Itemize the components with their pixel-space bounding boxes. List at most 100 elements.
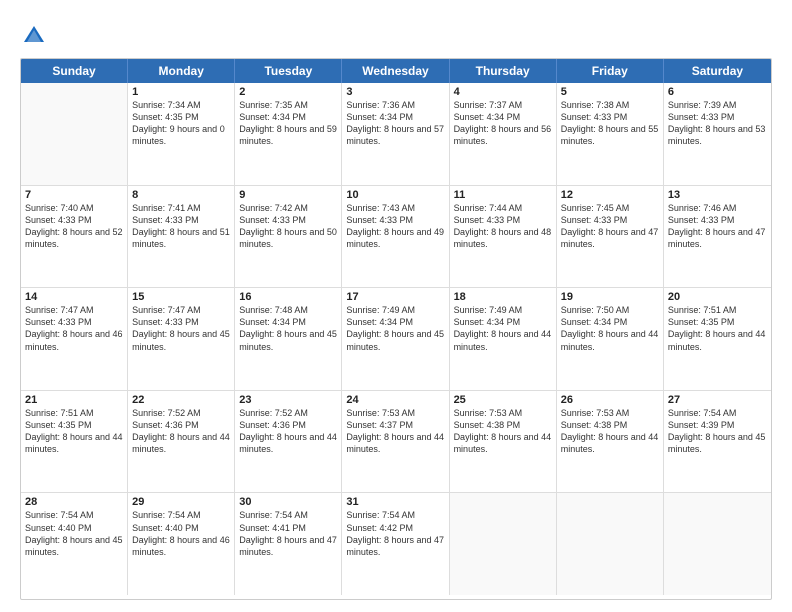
calendar-cell: 11Sunrise: 7:44 AMSunset: 4:33 PMDayligh… xyxy=(450,186,557,288)
sunset-text: Sunset: 4:35 PM xyxy=(668,316,767,328)
sunset-text: Sunset: 4:35 PM xyxy=(132,111,230,123)
sunset-text: Sunset: 4:34 PM xyxy=(346,111,444,123)
calendar-cell: 17Sunrise: 7:49 AMSunset: 4:34 PMDayligh… xyxy=(342,288,449,390)
day-number: 4 xyxy=(454,86,552,98)
sunrise-text: Sunrise: 7:51 AM xyxy=(668,304,767,316)
calendar-cell xyxy=(664,493,771,595)
calendar-cell: 15Sunrise: 7:47 AMSunset: 4:33 PMDayligh… xyxy=(128,288,235,390)
sunset-text: Sunset: 4:33 PM xyxy=(561,214,659,226)
sunset-text: Sunset: 4:33 PM xyxy=(561,111,659,123)
sunset-text: Sunset: 4:34 PM xyxy=(239,316,337,328)
sunrise-text: Sunrise: 7:54 AM xyxy=(239,509,337,521)
calendar-cell: 29Sunrise: 7:54 AMSunset: 4:40 PMDayligh… xyxy=(128,493,235,595)
daylight-text: Daylight: 8 hours and 44 minutes. xyxy=(668,328,767,352)
sunrise-text: Sunrise: 7:49 AM xyxy=(346,304,444,316)
daylight-text: Daylight: 8 hours and 44 minutes. xyxy=(346,431,444,455)
daylight-text: Daylight: 8 hours and 47 minutes. xyxy=(668,226,767,250)
calendar-cell: 19Sunrise: 7:50 AMSunset: 4:34 PMDayligh… xyxy=(557,288,664,390)
day-number: 31 xyxy=(346,496,444,508)
sunset-text: Sunset: 4:33 PM xyxy=(25,214,123,226)
sunset-text: Sunset: 4:33 PM xyxy=(668,214,767,226)
daylight-text: Daylight: 9 hours and 0 minutes. xyxy=(132,123,230,147)
calendar-cell: 3Sunrise: 7:36 AMSunset: 4:34 PMDaylight… xyxy=(342,83,449,185)
calendar-cell: 30Sunrise: 7:54 AMSunset: 4:41 PMDayligh… xyxy=(235,493,342,595)
sunrise-text: Sunrise: 7:51 AM xyxy=(25,407,123,419)
sunrise-text: Sunrise: 7:52 AM xyxy=(239,407,337,419)
daylight-text: Daylight: 8 hours and 57 minutes. xyxy=(346,123,444,147)
calendar-row: 21Sunrise: 7:51 AMSunset: 4:35 PM Dayligh… xyxy=(21,391,771,494)
calendar-cell: 13Sunrise: 7:46 AMSunset: 4:33 PMDayligh… xyxy=(664,186,771,288)
calendar-cell: 26Sunrise: 7:53 AMSunset: 4:38 PMDayligh… xyxy=(557,391,664,493)
daylight-text: Daylight: 8 hours and 53 minutes. xyxy=(668,123,767,147)
daylight-text: Daylight: 8 hours and 45 minutes. xyxy=(132,328,230,352)
sunset-text: Sunset: 4:36 PM xyxy=(132,419,230,431)
day-number: 24 xyxy=(346,394,444,406)
sunset-text: Sunset: 4:40 PM xyxy=(25,522,123,534)
sunrise-text: Sunrise: 7:46 AM xyxy=(668,202,767,214)
calendar-cell: 21Sunrise: 7:51 AMSunset: 4:35 PMDayligh… xyxy=(21,391,128,493)
daylight-text: Daylight: 8 hours and 44 minutes. xyxy=(561,431,659,455)
sunset-text: Sunset: 4:40 PM xyxy=(132,522,230,534)
sunset-text: Sunset: 4:41 PM xyxy=(239,522,337,534)
sunset-text: Sunset: 4:38 PM xyxy=(454,419,552,431)
sunset-text: Sunset: 4:39 PM xyxy=(668,419,767,431)
calendar-row: 1Sunrise: 7:34 AMSunset: 4:35 PMDaylight… xyxy=(21,83,771,186)
calendar-cell: 8Sunrise: 7:41 AMSunset: 4:33 PMDaylight… xyxy=(128,186,235,288)
day-number: 2 xyxy=(239,86,337,98)
sunset-text: Sunset: 4:34 PM xyxy=(239,111,337,123)
daylight-text: Daylight: 8 hours and 49 minutes. xyxy=(346,226,444,250)
sunrise-text: Sunrise: 7:41 AM xyxy=(132,202,230,214)
page: SundayMondayTuesdayWednesdayThursdayFrid… xyxy=(0,0,792,612)
calendar-cell: 1Sunrise: 7:34 AMSunset: 4:35 PMDaylight… xyxy=(128,83,235,185)
day-number: 22 xyxy=(132,394,230,406)
day-number: 21 xyxy=(25,394,123,406)
daylight-text: Daylight: 8 hours and 45 minutes. xyxy=(668,431,767,455)
calendar-cell: 10Sunrise: 7:43 AMSunset: 4:33 PMDayligh… xyxy=(342,186,449,288)
sunset-text: Sunset: 4:33 PM xyxy=(454,214,552,226)
calendar-row: 28Sunrise: 7:54 AMSunset: 4:40 PMDayligh… xyxy=(21,493,771,595)
daylight-text: Daylight: 8 hours and 51 minutes. xyxy=(132,226,230,250)
sunrise-text: Sunrise: 7:52 AM xyxy=(132,407,230,419)
calendar-cell: 18Sunrise: 7:49 AMSunset: 4:34 PMDayligh… xyxy=(450,288,557,390)
sunset-text: Sunset: 4:37 PM xyxy=(346,419,444,431)
sunset-text: Sunset: 4:33 PM xyxy=(239,214,337,226)
sunset-text: Sunset: 4:34 PM xyxy=(454,316,552,328)
day-number: 30 xyxy=(239,496,337,508)
calendar-cell: 20Sunrise: 7:51 AMSunset: 4:35 PMDayligh… xyxy=(664,288,771,390)
sunrise-text: Sunrise: 7:48 AM xyxy=(239,304,337,316)
calendar-cell: 23Sunrise: 7:52 AMSunset: 4:36 PMDayligh… xyxy=(235,391,342,493)
header-day: Friday xyxy=(557,59,664,83)
sunset-text: Sunset: 4:33 PM xyxy=(132,214,230,226)
sunrise-text: Sunrise: 7:39 AM xyxy=(668,99,767,111)
calendar-cell: 28Sunrise: 7:54 AMSunset: 4:40 PMDayligh… xyxy=(21,493,128,595)
day-number: 11 xyxy=(454,189,552,201)
daylight-text: Daylight: 8 hours and 46 minutes. xyxy=(132,534,230,558)
calendar-cell: 25Sunrise: 7:53 AMSunset: 4:38 PMDayligh… xyxy=(450,391,557,493)
sunrise-text: Sunrise: 7:37 AM xyxy=(454,99,552,111)
day-number: 9 xyxy=(239,189,337,201)
day-number: 28 xyxy=(25,496,123,508)
sunset-text: Sunset: 4:33 PM xyxy=(668,111,767,123)
sunrise-text: Sunrise: 7:53 AM xyxy=(561,407,659,419)
daylight-text: Daylight: 8 hours and 45 minutes. xyxy=(346,328,444,352)
sunrise-text: Sunrise: 7:53 AM xyxy=(454,407,552,419)
sunset-text: Sunset: 4:36 PM xyxy=(239,419,337,431)
calendar-cell: 22Sunrise: 7:52 AMSunset: 4:36 PMDayligh… xyxy=(128,391,235,493)
calendar-cell: 2Sunrise: 7:35 AMSunset: 4:34 PMDaylight… xyxy=(235,83,342,185)
daylight-text: Daylight: 8 hours and 44 minutes. xyxy=(454,328,552,352)
daylight-text: Daylight: 8 hours and 59 minutes. xyxy=(239,123,337,147)
sunset-text: Sunset: 4:35 PM xyxy=(25,419,123,431)
day-number: 25 xyxy=(454,394,552,406)
calendar-cell: 5Sunrise: 7:38 AMSunset: 4:33 PMDaylight… xyxy=(557,83,664,185)
sunrise-text: Sunrise: 7:36 AM xyxy=(346,99,444,111)
daylight-text: Daylight: 8 hours and 55 minutes. xyxy=(561,123,659,147)
sunset-text: Sunset: 4:38 PM xyxy=(561,419,659,431)
sunrise-text: Sunrise: 7:42 AM xyxy=(239,202,337,214)
sunrise-text: Sunrise: 7:43 AM xyxy=(346,202,444,214)
sunset-text: Sunset: 4:34 PM xyxy=(346,316,444,328)
daylight-text: Daylight: 8 hours and 48 minutes. xyxy=(454,226,552,250)
sunrise-text: Sunrise: 7:34 AM xyxy=(132,99,230,111)
day-number: 20 xyxy=(668,291,767,303)
daylight-text: Daylight: 8 hours and 44 minutes. xyxy=(454,431,552,455)
day-number: 3 xyxy=(346,86,444,98)
